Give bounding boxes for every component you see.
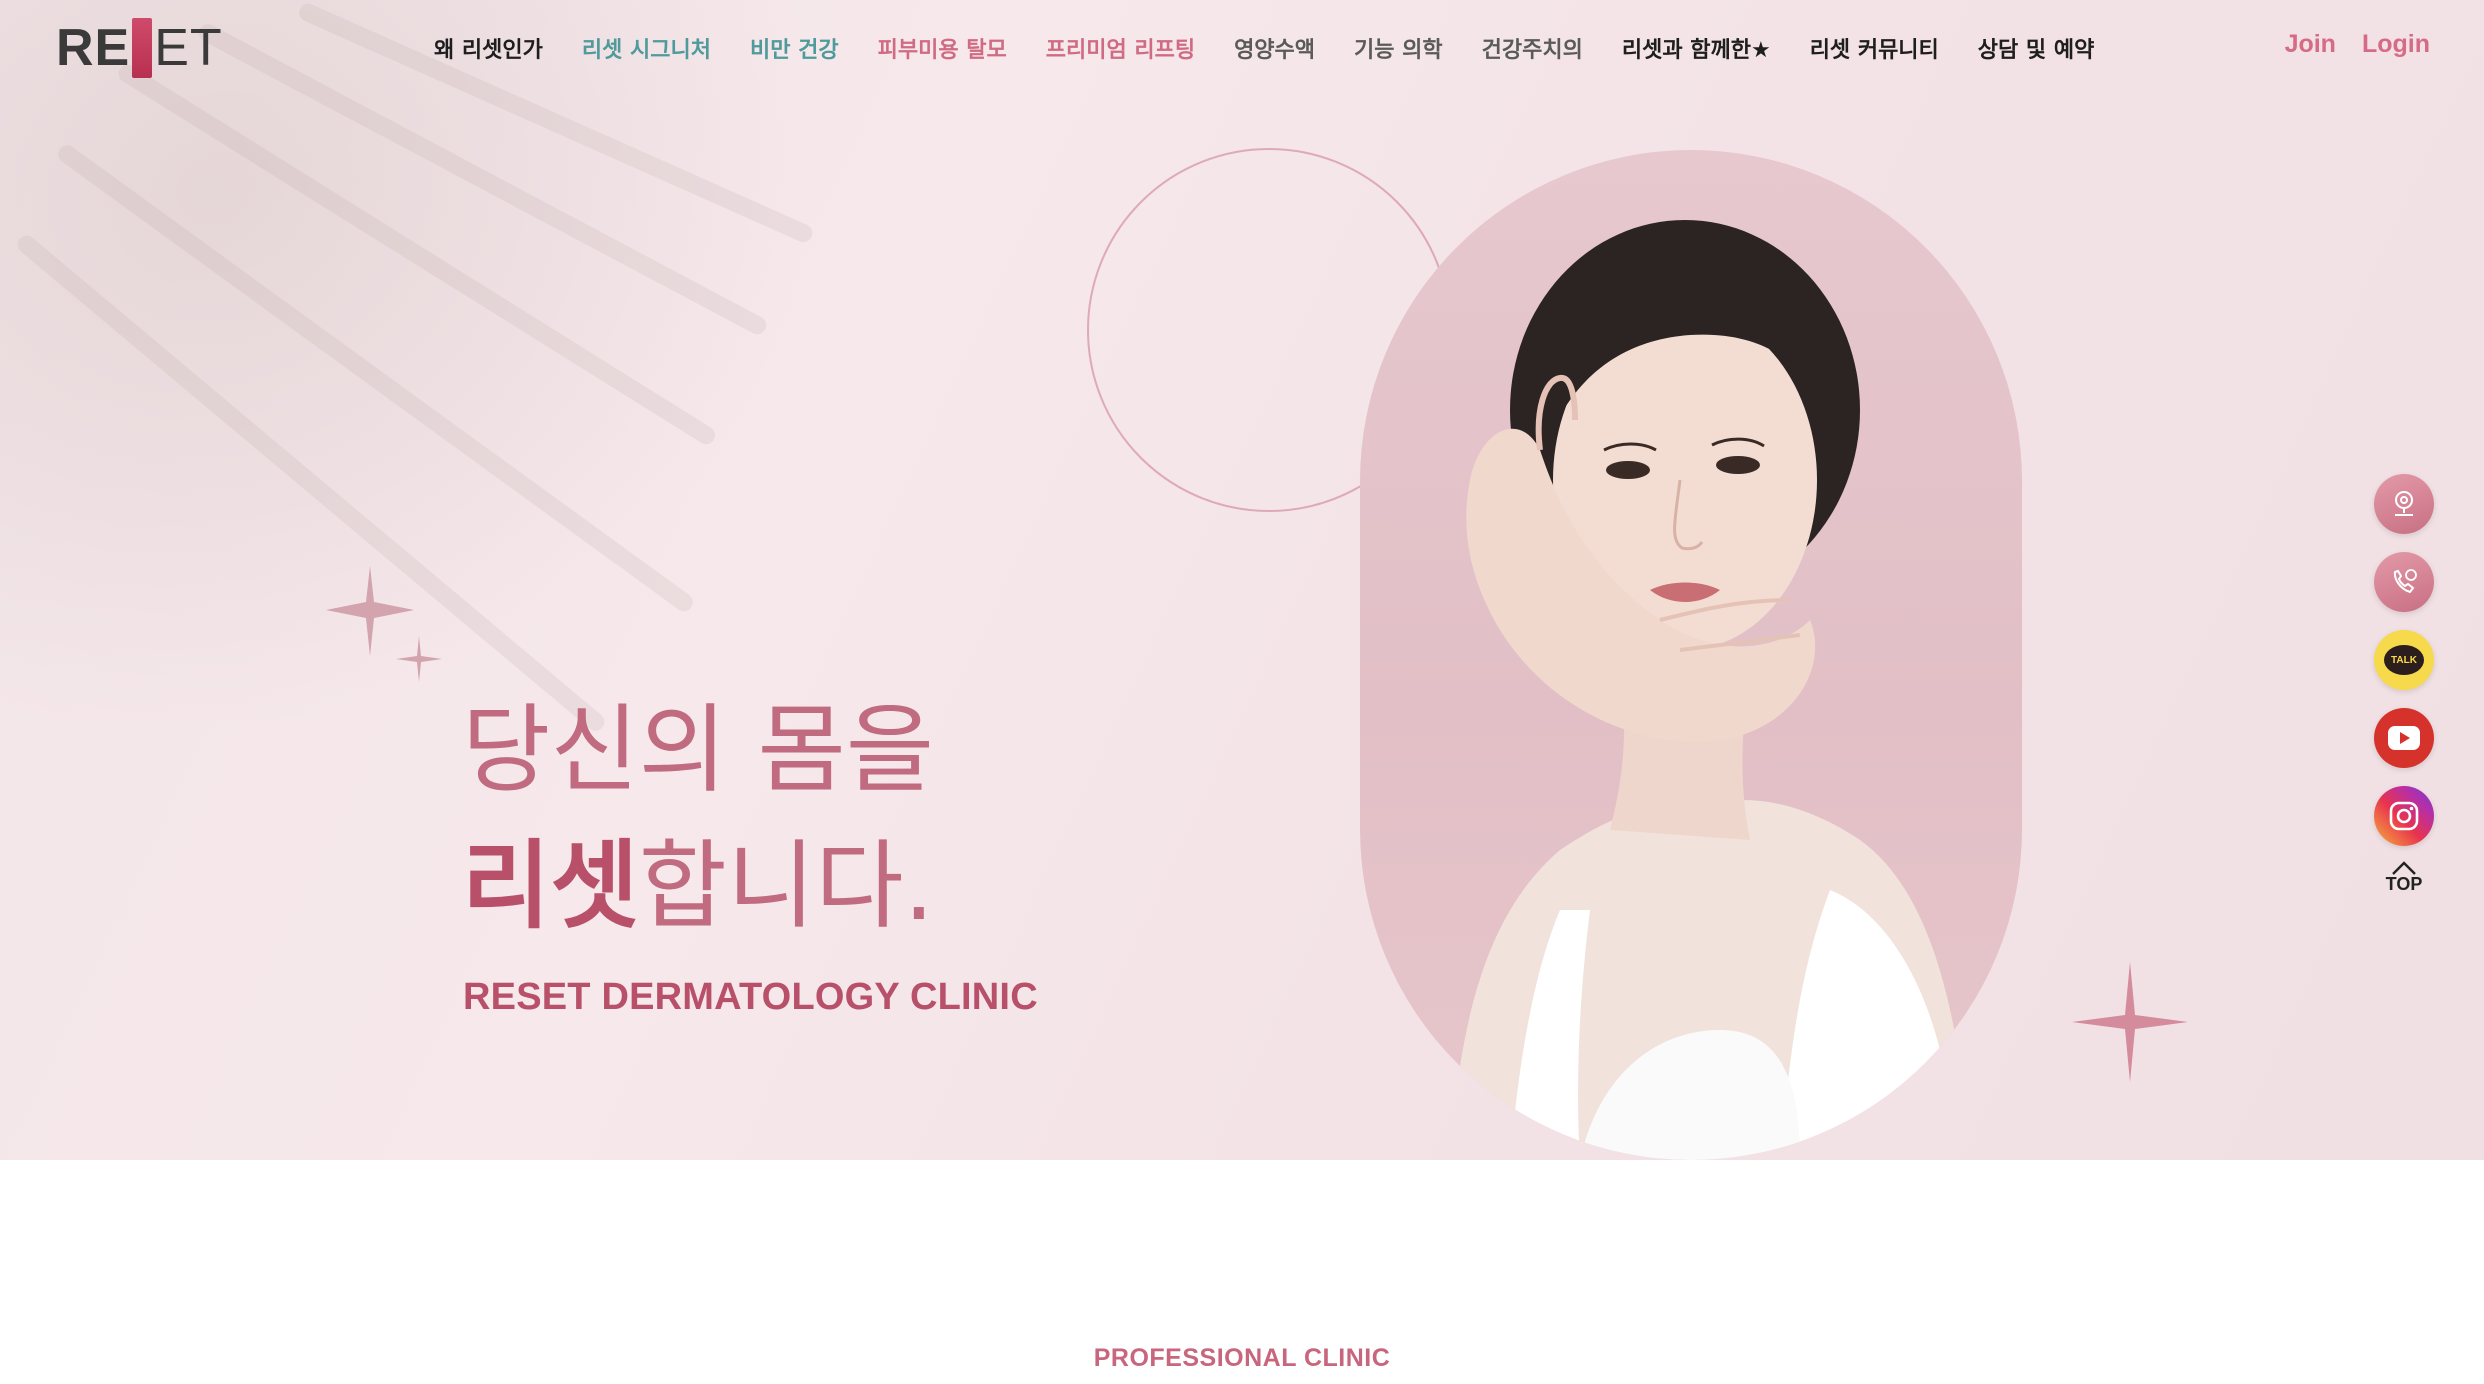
location-button[interactable] [2374, 474, 2434, 534]
scroll-top-button[interactable]: TOP [2385, 860, 2423, 895]
model-arch-image [1360, 150, 2022, 1160]
scroll-top-label: TOP [2385, 874, 2423, 894]
phone-icon [2393, 569, 2417, 594]
page: RESET 왜 리셋인가 리셋 시그니처 비만 건강 피부미용 탈모 프리미엄 … [0, 0, 2484, 1384]
nav-item-health-physician[interactable]: 건강주치의 [1482, 32, 1583, 64]
section-label: PROFESSIONAL CLINIC [1093, 1344, 1391, 1372]
quick-menu: TALK TOP [2372, 474, 2436, 895]
nav-item-with-reset[interactable]: 리셋과 함께한★ [1622, 32, 1771, 64]
headline-emphasis: 리셋 [462, 830, 639, 942]
phone-button[interactable] [2374, 552, 2434, 612]
site-header: RESET 왜 리셋인가 리셋 시그니처 비만 건강 피부미용 탈모 프리미엄 … [0, 0, 2484, 96]
nav-item-nutrition-iv[interactable]: 영양수액 [1234, 32, 1315, 64]
kakao-talk-button[interactable]: TALK [2374, 630, 2434, 690]
nav-item-obesity-health[interactable]: 비만 건강 [750, 32, 839, 64]
main-nav: 왜 리셋인가 리셋 시그니처 비만 건강 피부미용 탈모 프리미엄 리프팅 영양… [434, 30, 2133, 66]
nav-item-consult-reserve[interactable]: 상담 및 예약 [1978, 32, 2095, 64]
youtube-button[interactable] [2374, 708, 2434, 768]
hero-headline: 당신의 몸을 리셋합니다. [462, 682, 934, 954]
login-link[interactable]: Login [2362, 30, 2430, 59]
kakao-talk-icon: TALK [2384, 645, 2424, 675]
nav-item-why-reset[interactable]: 왜 리셋인가 [434, 32, 543, 64]
clinic-name: RESET DERMATOLOGY CLINIC [463, 976, 1038, 1018]
nav-item-functional-medicine[interactable]: 기능 의학 [1354, 32, 1443, 64]
logo-mark: S [132, 18, 153, 78]
instagram-icon [2389, 801, 2419, 831]
nav-item-reset-signature[interactable]: 리셋 시그니처 [582, 32, 711, 64]
instagram-button[interactable] [2374, 786, 2434, 846]
headline-line-1: 당신의 몸을 [462, 694, 935, 806]
headline-line-2: 리셋합니다. [462, 818, 934, 954]
logo-text-prefix: RE [56, 19, 131, 77]
sparkle-decoration [2072, 962, 2188, 1082]
auth-links: Join Login [2259, 30, 2430, 59]
youtube-icon [2388, 726, 2420, 750]
hero-banner: RESET 왜 리셋인가 리셋 시그니처 비만 건강 피부미용 탈모 프리미엄 … [0, 0, 2484, 1160]
join-link[interactable]: Join [2285, 30, 2336, 59]
location-pin-icon [2395, 491, 2413, 516]
model-photo [1450, 220, 1970, 1160]
reset-logo[interactable]: RESET [56, 18, 223, 78]
nav-item-premium-lifting[interactable]: 프리미엄 리프팅 [1046, 32, 1195, 64]
sparkle-decoration [326, 566, 442, 682]
nav-item-community[interactable]: 리셋 커뮤니티 [1810, 32, 1939, 64]
headline-line-2-rest: 합니다. [638, 830, 935, 942]
nav-item-skin-hair[interactable]: 피부미용 탈모 [878, 32, 1007, 64]
